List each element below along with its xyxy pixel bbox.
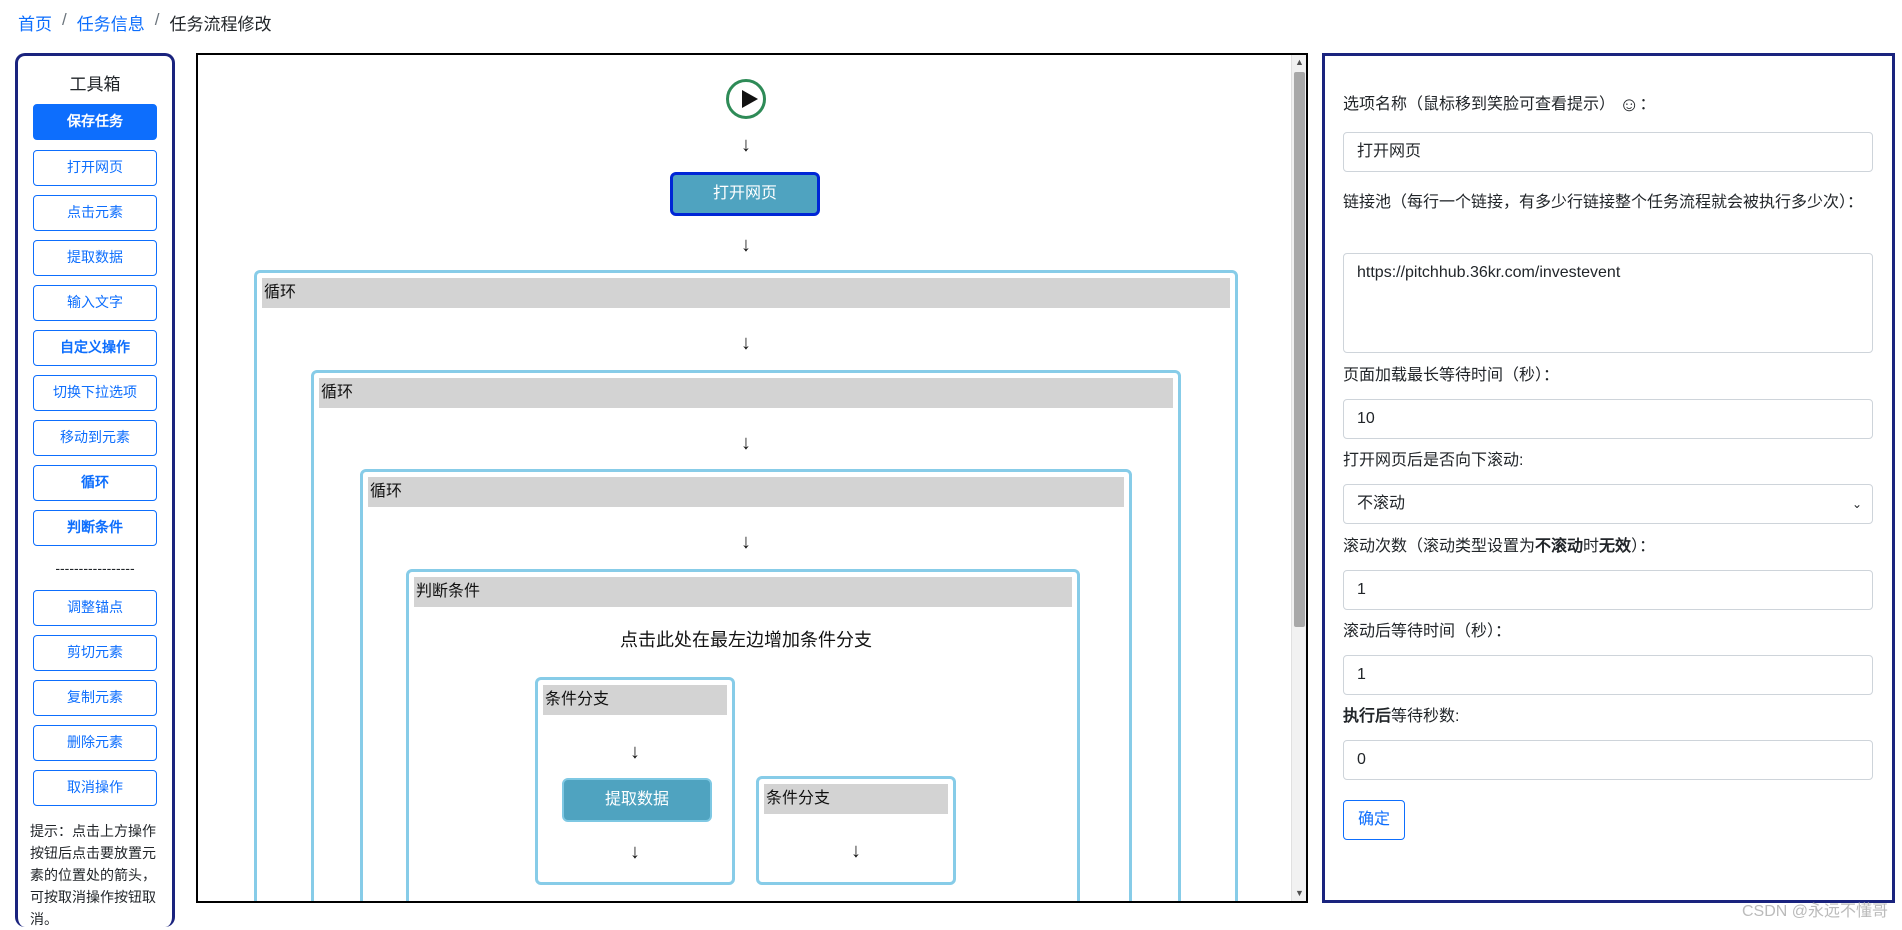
condition-block-header: 判断条件 [414,577,1072,607]
play-start-icon [726,79,766,119]
breadcrumb: 首页 / 任务信息 / 任务流程修改 [18,10,271,35]
condition-branch-header: 条件分支 [764,784,948,814]
copy-element-button[interactable]: 复制元素 [33,680,157,716]
flow-canvas: ↓ 打开网页 ↓ 循环 ↓ 循环 ↓ 循环 ↓ 判断条件 点击此处在最左边增加条… [196,53,1308,903]
scroll-count-label: 滚动次数（滚动类型设置为不滚动时无效）： [1343,538,1656,555]
save-task-button[interactable]: 保存任务 [33,104,157,140]
scroll-label: 打开网页后是否向下滚动: [1343,452,1524,469]
condition-button[interactable]: 判断条件 [33,510,157,546]
max-wait-label: 页面加载最长等待时间（秒）： [1343,367,1560,384]
click-element-button[interactable]: 点击元素 [33,195,157,231]
open-page-node[interactable]: 打开网页 [670,172,820,216]
switch-dropdown-button[interactable]: 切换下拉选项 [33,375,157,411]
canvas-scrollbar[interactable]: ▲ ▼ [1291,55,1306,901]
toolbox-divider: ----------------- [55,560,135,576]
scroll-down-icon[interactable]: ▼ [1292,886,1306,901]
properties-panel: 选项名称（鼠标移到笑脸可查看提示） ☺： 打开网页 链接池（每行一个链接，有多少行… [1322,53,1895,903]
toolbox-panel: 工具箱 保存任务 打开网页 点击元素 提取数据 输入文字 自定义操作 切换下拉选… [15,53,175,927]
loop-block-header: 循环 [319,378,1173,408]
option-name-label: 选项名称（鼠标移到笑脸可查看提示） ☺： [1343,93,1656,117]
confirm-button[interactable]: 确定 [1343,800,1405,840]
insert-arrow[interactable]: ↓ [731,433,761,453]
breadcrumb-separator: / [62,10,67,29]
smile-icon[interactable]: ☺ [1619,93,1639,117]
add-branch-link[interactable]: 点击此处在最左边增加条件分支 [620,626,872,652]
toolbox-hint: 提示：点击上方操作按钮后点击要放置元素的位置处的箭头，可按取消操作按钮取消。 [30,823,156,927]
scroll-wait-label: 滚动后等待时间（秒）： [1343,623,1512,640]
insert-arrow[interactable]: ↓ [841,841,871,861]
breadcrumb-home-link[interactable]: 首页 [18,10,52,35]
delete-element-button[interactable]: 删除元素 [33,725,157,761]
custom-action-button[interactable]: 自定义操作 [33,330,157,366]
extract-data-node[interactable]: 提取数据 [562,778,712,822]
insert-arrow[interactable]: ↓ [731,235,761,255]
breadcrumb-current: 任务流程修改 [169,15,272,34]
insert-arrow[interactable]: ↓ [731,532,761,552]
loop-block-header: 循环 [262,278,1230,308]
scroll-count-input[interactable]: 1 [1343,570,1873,610]
breadcrumb-task-info-link[interactable]: 任务信息 [77,10,145,35]
loop-button[interactable]: 循环 [33,465,157,501]
open-page-button[interactable]: 打开网页 [33,150,157,186]
move-to-element-button[interactable]: 移动到元素 [33,420,157,456]
condition-branch[interactable]: 条件分支 [756,776,956,885]
scroll-thumb[interactable] [1294,72,1305,627]
link-pool-textarea[interactable]: https://pitchhub.36kr.com/investevent [1343,253,1873,353]
chevron-down-icon: ⌄ [1851,497,1862,511]
after-wait-input[interactable]: 0 [1343,740,1873,780]
insert-arrow[interactable]: ↓ [620,842,650,862]
max-wait-input[interactable]: 10 [1343,399,1873,439]
condition-branch-header: 条件分支 [543,685,727,715]
scroll-wait-input[interactable]: 1 [1343,655,1873,695]
toolbox-title: 工具箱 [69,75,121,94]
input-text-button[interactable]: 输入文字 [33,285,157,321]
breadcrumb-separator: / [154,10,160,29]
insert-arrow[interactable]: ↓ [731,135,761,155]
condition-block[interactable]: 判断条件 [406,569,1080,901]
option-name-input[interactable]: 打开网页 [1343,132,1873,172]
watermark: CSDN @永远不懂哥 [1741,903,1888,920]
cut-element-button[interactable]: 剪切元素 [33,635,157,671]
insert-arrow[interactable]: ↓ [620,742,650,762]
scroll-up-icon[interactable]: ▲ [1292,55,1306,70]
cancel-operation-button[interactable]: 取消操作 [33,770,157,806]
after-wait-label: 执行后等待秒数: [1343,708,1460,725]
scroll-type-select[interactable]: 不滚动 ⌄ [1343,484,1873,524]
loop-block-header: 循环 [368,477,1124,507]
link-pool-label: 链接池（每行一个链接，有多少行链接整个任务流程就会被执行多少次）： [1343,194,1864,211]
insert-arrow[interactable]: ↓ [731,333,761,353]
extract-data-button[interactable]: 提取数据 [33,240,157,276]
adjust-anchor-button[interactable]: 调整锚点 [33,590,157,626]
